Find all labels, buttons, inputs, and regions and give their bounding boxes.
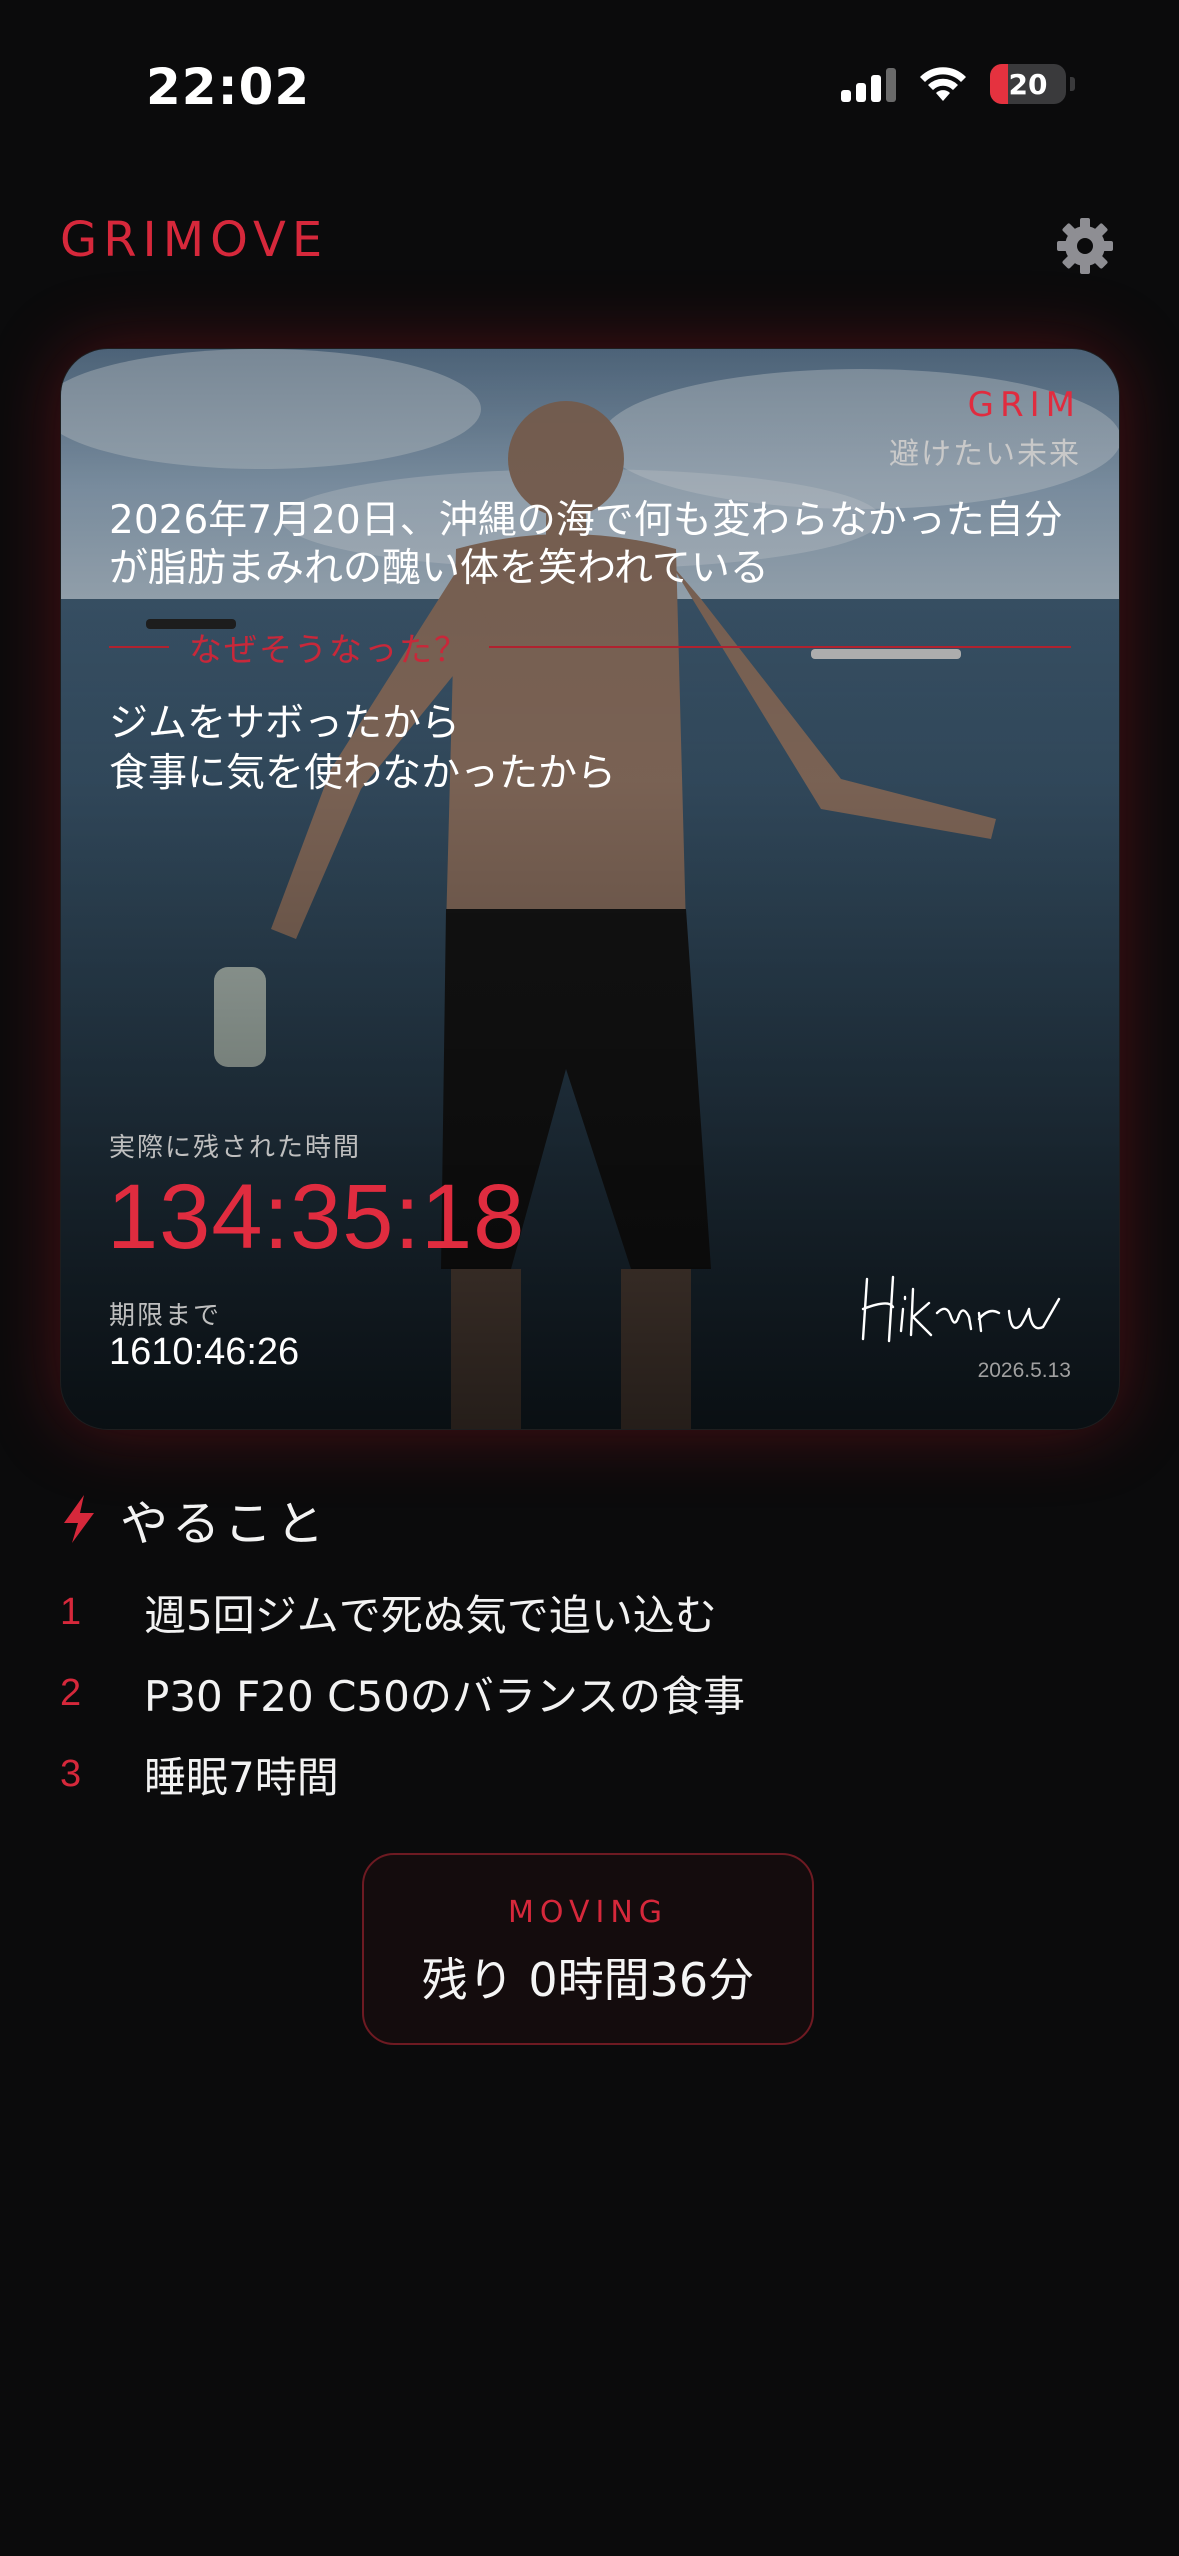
divider-line (109, 646, 169, 648)
moving-remaining: 残り 0時間36分 (421, 1953, 755, 2007)
grim-label: GRIM (967, 385, 1081, 425)
todo-text: 睡眠7時間 (144, 1753, 339, 1802)
divider-line (489, 646, 1071, 648)
grim-subtitle: 避けたい未来 (889, 437, 1081, 472)
future-description: 2026年7月20日、沖縄の海で何も変わらなかった自分が脂肪まみれの醜い体を笑わ… (109, 498, 1063, 591)
signature-date: 2026.5.13 (977, 1359, 1071, 1382)
reason-list: ジムをサボったから 食事に気を使わなかったから (109, 699, 616, 799)
deadline-value: 1610:46:26 (109, 1331, 300, 1373)
deadline-label: 期限まで (109, 1301, 222, 1331)
todo-number: 1 (60, 1591, 82, 1633)
status-time: 22:02 (146, 58, 311, 116)
todo-number: 2 (60, 1672, 82, 1714)
grim-card[interactable]: GRIM 避けたい未来 2026年7月20日、沖縄の海で何も変わらなかった自分が… (60, 348, 1120, 1430)
remaining-time-label: 実際に残された時間 (109, 1133, 362, 1163)
wifi-icon (918, 65, 968, 103)
todo-text: P30 F20 C50のバランスの食事 (144, 1672, 746, 1721)
status-icons: 20 (841, 64, 1075, 104)
gear-icon[interactable] (1055, 216, 1115, 280)
signature (859, 1269, 1079, 1353)
todo-text: 週5回ジムで死ぬ気で追い込む (144, 1591, 717, 1640)
app-title: GRIMOVE (60, 212, 329, 268)
battery-level: 20 (1008, 67, 1048, 101)
todo-item[interactable]: 3 睡眠7時間 (60, 1734, 745, 1815)
why-divider: なぜそうなった？ (109, 627, 1071, 669)
battery-cap (1070, 77, 1075, 91)
lightning-icon (64, 1495, 94, 1543)
todo-list: 1 週5回ジムで死ぬ気で追い込む 2 P30 F20 C50のバランスの食事 3… (60, 1572, 745, 1815)
moving-label: MOVING (507, 1895, 669, 1930)
todo-item[interactable]: 2 P30 F20 C50のバランスの食事 (60, 1653, 745, 1734)
todo-header: やること (60, 1484, 328, 1554)
moving-button[interactable]: MOVING 残り 0時間36分 (362, 1853, 814, 2045)
battery-icon: 20 (990, 64, 1066, 104)
reason-item: 食事に気を使わなかったから (109, 751, 617, 796)
cellular-signal-icon (841, 66, 896, 102)
todo-number: 3 (60, 1753, 82, 1795)
why-label: なぜそうなった？ (189, 630, 469, 669)
todo-title: やること (120, 1496, 329, 1552)
todo-item[interactable]: 1 週5回ジムで死ぬ気で追い込む (60, 1572, 745, 1653)
reason-item: ジムをサボったから (109, 701, 461, 746)
remaining-time-value: 134:35:18 (107, 1166, 526, 1268)
